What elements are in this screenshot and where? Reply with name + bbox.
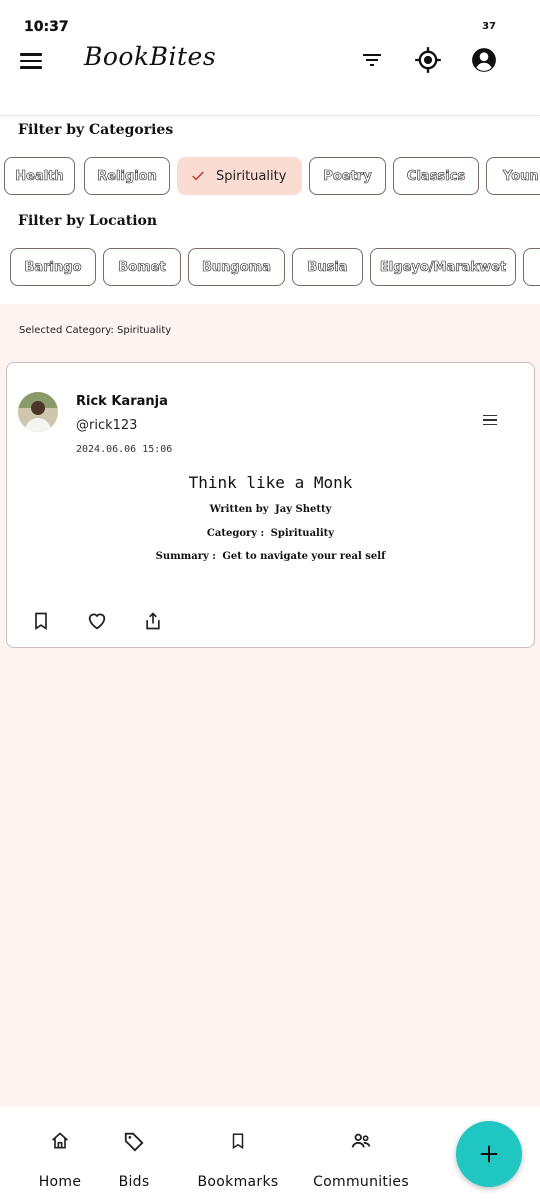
- share-icon[interactable]: [141, 609, 165, 633]
- category-chip-spirituality[interactable]: Spirituality: [177, 157, 302, 195]
- home-icon: [49, 1130, 71, 1152]
- location-chip-baringo[interactable]: Baringo: [10, 248, 96, 286]
- book-author-line: Written by Jay Shetty: [7, 504, 534, 515]
- location-chip-bungoma[interactable]: Bungoma: [188, 248, 285, 286]
- selected-category-text: Selected Category: Spirituality: [19, 325, 172, 336]
- category-chip-poetry[interactable]: Poetry: [309, 157, 386, 195]
- status-bar: 10:37 37: [0, 0, 540, 40]
- status-time: 10:37: [24, 19, 69, 35]
- nav-item-home[interactable]: Home: [36, 1106, 84, 1200]
- nav-label: Communities: [313, 1174, 409, 1190]
- category-chip-health[interactable]: Health: [4, 157, 75, 195]
- nav-item-communities[interactable]: Communities: [306, 1106, 416, 1200]
- bookmark-icon[interactable]: [29, 609, 53, 633]
- chip-label: Spirituality: [216, 168, 287, 184]
- battery-level: 37: [482, 21, 496, 32]
- category-label: Category :: [206, 528, 265, 539]
- app-bar: BookBites: [0, 40, 540, 116]
- location-chip-busia[interactable]: Busia: [292, 248, 363, 286]
- location-chip-next[interactable]: [523, 248, 540, 286]
- category-value: Spirituality: [270, 528, 335, 539]
- location-chip-elgeyo-marakwet[interactable]: Elgeyo/Marakwet: [370, 248, 516, 286]
- post-card[interactable]: Rick Karanja @rick123 2024.06.06 15:06 T…: [6, 362, 535, 648]
- people-icon: [350, 1130, 372, 1152]
- app-title: BookBites: [84, 42, 217, 71]
- tag-icon: [123, 1130, 145, 1152]
- bookmark-icon: [227, 1130, 249, 1152]
- hamburger-menu-icon[interactable]: [20, 48, 46, 74]
- my-location-icon[interactable]: [412, 44, 444, 76]
- written-by-value: Jay Shetty: [274, 504, 332, 515]
- avatar[interactable]: [18, 392, 58, 432]
- category-chip-religion[interactable]: Religion: [84, 157, 170, 195]
- location-title: Filter by Location: [18, 213, 158, 229]
- content-area: Selected Category: Spirituality Rick Kar…: [0, 304, 540, 1106]
- location-chip-bomet[interactable]: Bomet: [103, 248, 181, 286]
- categories-title: Filter by Categories: [18, 122, 174, 138]
- nav-item-bids[interactable]: Bids: [110, 1106, 158, 1200]
- category-chip-classics[interactable]: Classics: [393, 157, 479, 195]
- nav-label: Bids: [118, 1174, 150, 1190]
- nav-item-bookmarks[interactable]: Bookmarks: [190, 1106, 286, 1200]
- plus-icon: [480, 1145, 498, 1163]
- nav-label: Home: [38, 1174, 82, 1190]
- book-category-line: Category : Spirituality: [7, 528, 534, 539]
- written-by-label: Written by: [209, 504, 269, 515]
- author-name[interactable]: Rick Karanja: [76, 394, 168, 409]
- location-chips: Baringo Bomet Bungoma Busia Elgeyo/Marak…: [0, 248, 540, 288]
- post-date: 2024.06.06 15:06: [76, 444, 173, 455]
- add-post-button[interactable]: [456, 1121, 522, 1187]
- check-icon: [192, 171, 204, 181]
- post-menu-icon[interactable]: [483, 413, 501, 427]
- summary-value: Get to navigate your real self: [222, 551, 386, 562]
- book-summary-line: Summary : Get to navigate your real self: [7, 551, 534, 562]
- heart-icon[interactable]: [85, 609, 109, 633]
- category-chips: Health Religion Spirituality Poetry Clas…: [0, 157, 540, 197]
- nav-label: Bookmarks: [197, 1174, 279, 1190]
- book-title: Think like a Monk: [188, 473, 353, 492]
- author-handle: @rick123: [76, 418, 138, 433]
- filter-icon[interactable]: [356, 44, 388, 76]
- category-chip-young[interactable]: Youn: [486, 157, 540, 195]
- summary-label: Summary :: [155, 551, 216, 562]
- account-circle-icon[interactable]: [468, 44, 500, 76]
